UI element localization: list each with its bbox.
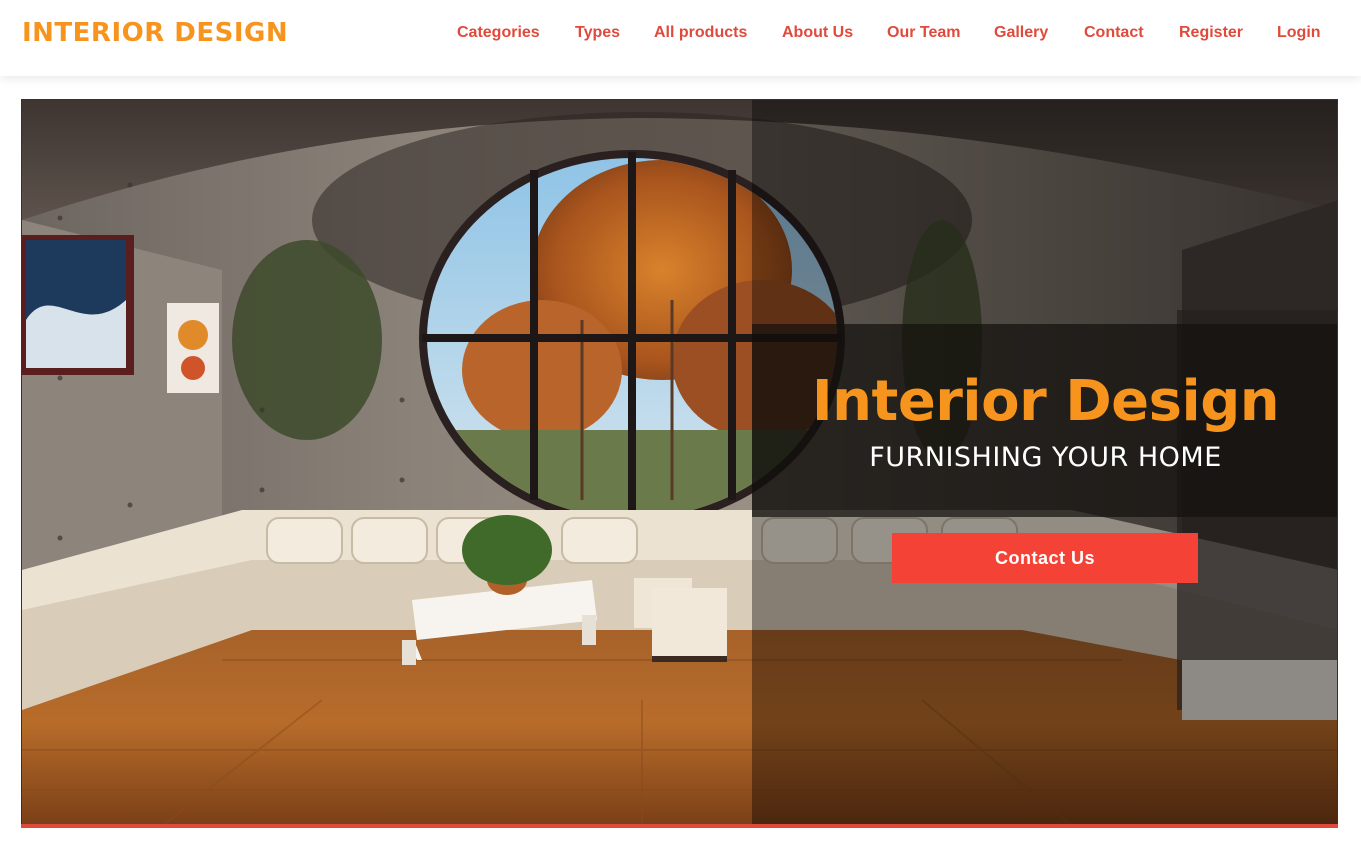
hero-title: Interior Design xyxy=(811,369,1280,434)
nav-link-gallery[interactable]: Gallery xyxy=(994,22,1048,44)
hero-subtitle: FURNISHING YOUR HOME xyxy=(869,442,1222,473)
nav-link-contact[interactable]: Contact xyxy=(1084,22,1144,44)
nav-link-our-team[interactable]: Our Team xyxy=(887,22,961,44)
brand-logo[interactable]: INTERIOR DESIGN xyxy=(22,16,288,50)
nav-link-types[interactable]: Types xyxy=(575,22,620,44)
nav-link-all-products[interactable]: All products xyxy=(654,22,747,44)
hero-banner: Interior Design FURNISHING YOUR HOME Con… xyxy=(21,99,1338,825)
nav-link-about-us[interactable]: About Us xyxy=(782,22,853,44)
navbar: INTERIOR DESIGN Categories Types All pro… xyxy=(0,0,1361,76)
nav-link-categories[interactable]: Categories xyxy=(457,22,540,44)
hero-bottom-border xyxy=(21,824,1338,828)
nav-link-register[interactable]: Register xyxy=(1179,22,1243,44)
contact-us-button[interactable]: Contact Us xyxy=(892,533,1198,583)
nav-link-login[interactable]: Login xyxy=(1277,22,1321,44)
